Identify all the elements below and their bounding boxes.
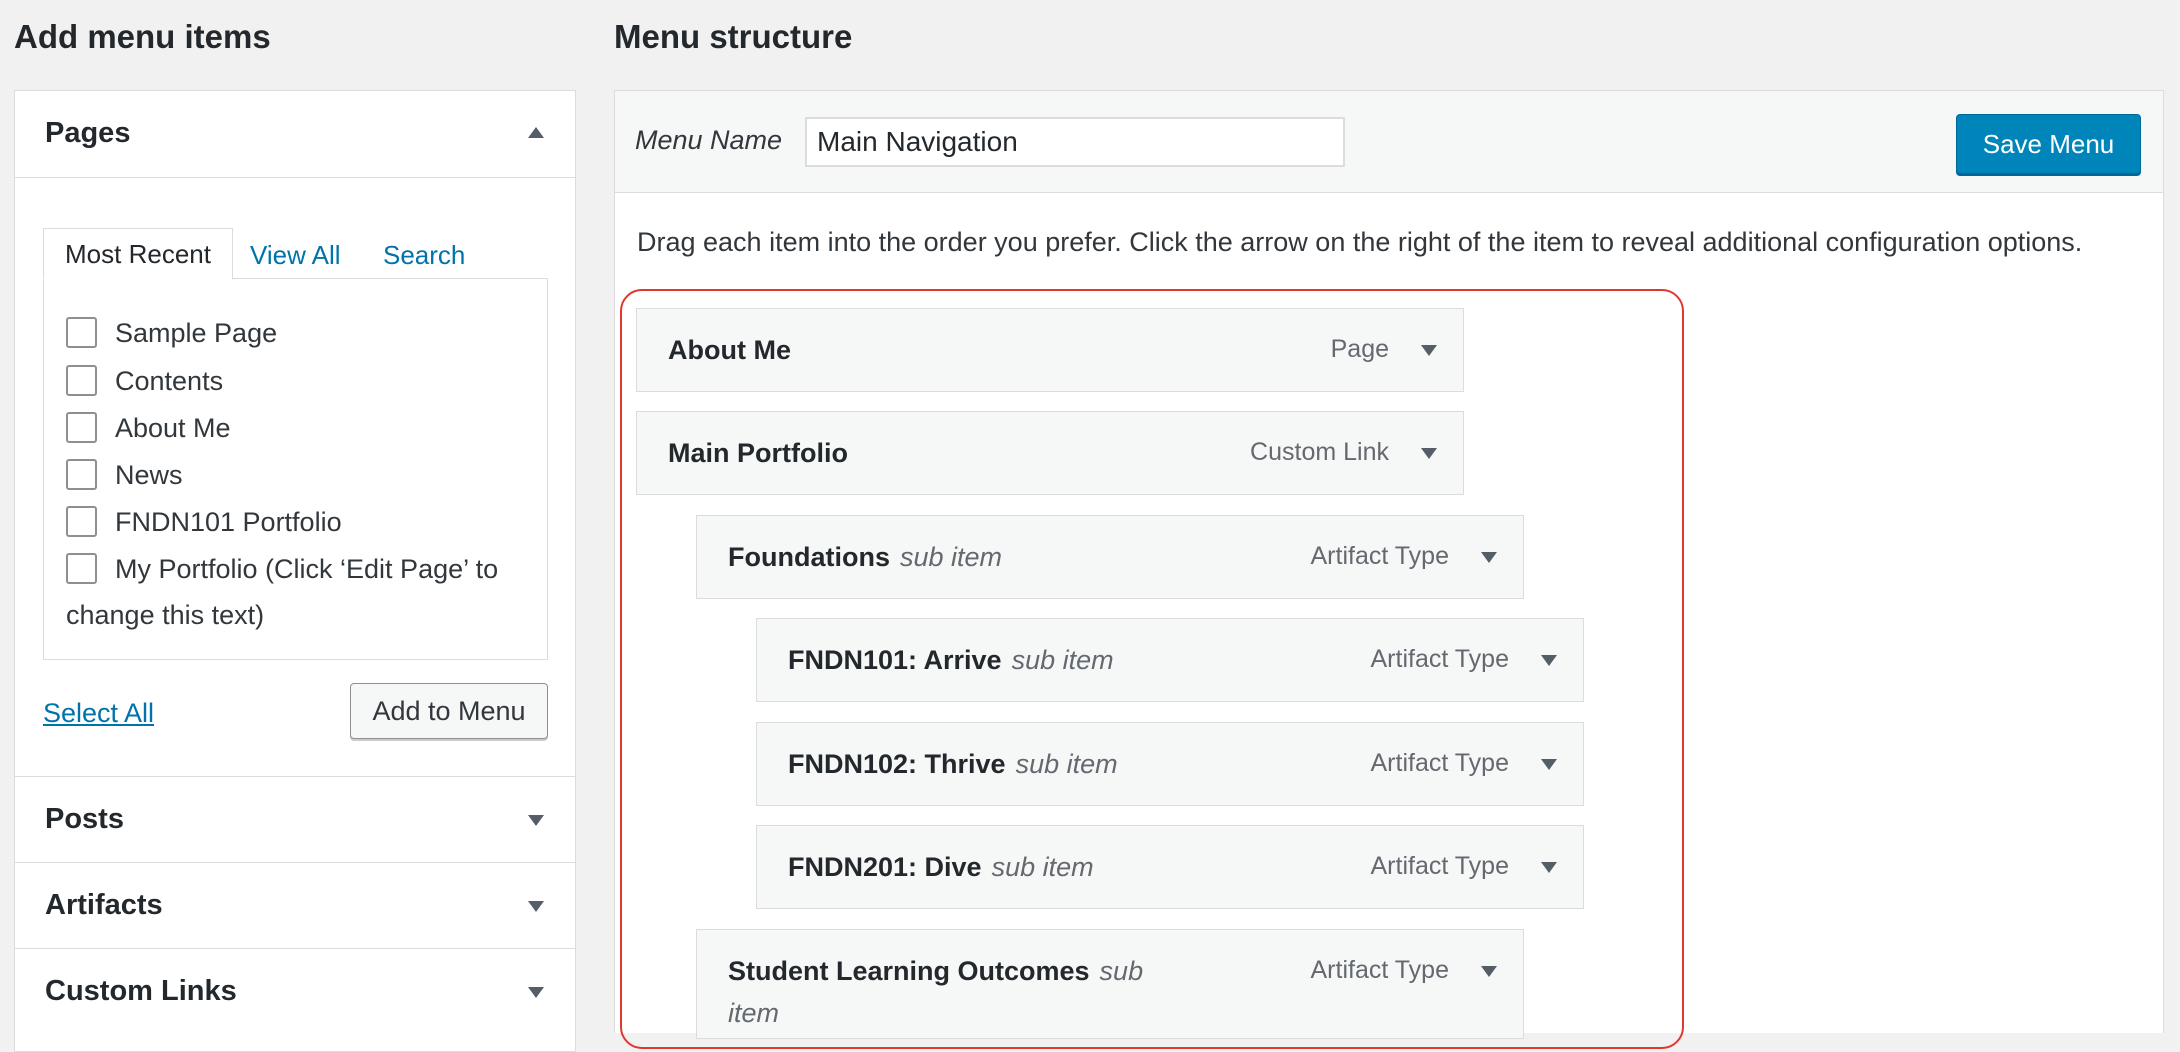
page-checkbox[interactable] [66,553,97,584]
page-label: About Me [115,413,231,443]
menu-item-title: FNDN102: Thrive sub item [788,749,1118,780]
posts-section-header[interactable]: Posts [15,777,575,863]
page-label: FNDN101 Portfolio [115,507,342,537]
menu-structure-heading: Menu structure [614,18,853,55]
drag-instructions: Drag each item into the order you prefer… [637,227,2083,257]
expand-arrow-icon[interactable] [528,901,544,912]
page-checkbox[interactable] [66,365,97,396]
sub-item-label: sub [1099,956,1144,986]
page-label: My Portfolio (Click ‘Edit Page’ to [115,554,499,584]
expand-arrow-icon[interactable] [1541,862,1557,873]
menu-item-name: Foundations [728,542,890,572]
add-menu-items-heading: Add menu items [14,18,271,55]
menu-items-accordion: Pages Most Recent View All Search Sample… [14,90,576,1052]
list-item[interactable]: News [66,459,183,491]
menu-item[interactable]: Foundations sub item Artifact Type [696,515,1524,599]
sub-item-label: sub item [991,852,1094,882]
menu-item[interactable]: FNDN201: Dive sub item Artifact Type [756,825,1584,909]
menu-item-title: FNDN201: Dive sub item [788,852,1094,883]
sub-item-label: sub item [1015,749,1118,779]
menu-item-type: Custom Link [1250,438,1389,466]
tab-most-recent[interactable]: Most Recent [43,228,233,280]
list-item[interactable]: My Portfolio (Click ‘Edit Page’ to [66,553,498,585]
expand-arrow-icon[interactable] [1421,448,1437,459]
expand-arrow-icon[interactable] [1481,966,1497,977]
posts-section-title: Posts [45,803,124,835]
page-label: Contents [115,366,224,396]
page-label: Sample Page [115,318,278,348]
sub-item-label-wrap: item [728,998,780,1028]
page-checkbox[interactable] [66,506,97,537]
menu-item[interactable]: Main Portfolio Custom Link [636,411,1464,495]
expand-arrow-icon[interactable] [528,987,544,998]
expand-arrow-icon[interactable] [1541,759,1557,770]
menu-item-name: FNDN102: Thrive [788,749,1006,779]
list-item[interactable]: Sample Page [66,317,277,349]
menu-item-title: Main Portfolio [668,438,848,468]
menu-item[interactable]: FNDN101: Arrive sub item Artifact Type [756,618,1584,702]
list-item[interactable]: About Me [66,412,231,444]
page-label-wrap: change this text) [66,600,265,630]
pages-section: Pages Most Recent View All Search Sample… [15,91,575,777]
expand-arrow-icon[interactable] [1541,655,1557,666]
page-checkbox[interactable] [66,317,97,348]
custom-links-section-header[interactable]: Custom Links [15,949,575,1051]
menu-item[interactable]: FNDN102: Thrive sub item Artifact Type [756,722,1584,806]
menu-item-type: Page [1330,335,1389,363]
pages-section-title: Pages [45,117,131,149]
page-label: News [115,460,183,490]
menu-item-type: Artifact Type [1310,542,1450,570]
menu-name-label: Menu Name [635,125,783,155]
menu-header-bar: Menu Name Save Menu [614,90,2164,193]
custom-links-section-title: Custom Links [45,975,237,1007]
menu-item-name: FNDN201: Dive [788,852,982,882]
list-item[interactable]: Contents [66,365,223,397]
add-to-menu-button[interactable]: Add to Menu [350,683,548,739]
pages-section-header[interactable]: Pages [15,91,575,178]
menu-name-input[interactable] [805,117,1345,167]
menu-item-title: Student Learning Outcomes sub [728,956,1143,987]
menu-item-type: Artifact Type [1370,749,1510,777]
menu-item-title: About Me [668,335,791,365]
expand-arrow-icon[interactable] [1421,345,1437,356]
sub-item-label: sub item [899,542,1003,572]
menu-item-type: Artifact Type [1370,852,1510,880]
artifacts-section-title: Artifacts [45,889,163,921]
save-menu-button[interactable]: Save Menu [1956,114,2141,174]
menu-item-type: Artifact Type [1370,645,1510,673]
list-item[interactable]: FNDN101 Portfolio [66,506,342,538]
menu-item[interactable]: About Me Page [636,308,1464,392]
menu-item-name: Student Learning Outcomes [728,956,1090,986]
tab-view-all[interactable]: View All [250,240,341,271]
menu-item-name: FNDN101: Arrive [788,645,1002,675]
tab-search[interactable]: Search [383,240,465,271]
pages-checklist-panel: Sample Page Contents About Me News FNDN1… [43,278,548,660]
collapse-arrow-icon[interactable] [528,127,544,138]
menu-item-title: Foundations sub item [728,542,1002,573]
expand-arrow-icon[interactable] [1481,552,1497,563]
menu-item[interactable]: Student Learning Outcomes sub item Artifa… [696,929,1524,1039]
page-checkbox[interactable] [66,459,97,490]
select-all-link[interactable]: Select All [43,698,154,729]
sub-item-label: sub item [1011,645,1114,675]
page-checkbox[interactable] [66,412,97,443]
expand-arrow-icon[interactable] [528,815,544,826]
menu-item-title: FNDN101: Arrive sub item [788,645,1114,676]
menu-item-type: Artifact Type [1310,956,1450,984]
artifacts-section-header[interactable]: Artifacts [15,863,575,949]
